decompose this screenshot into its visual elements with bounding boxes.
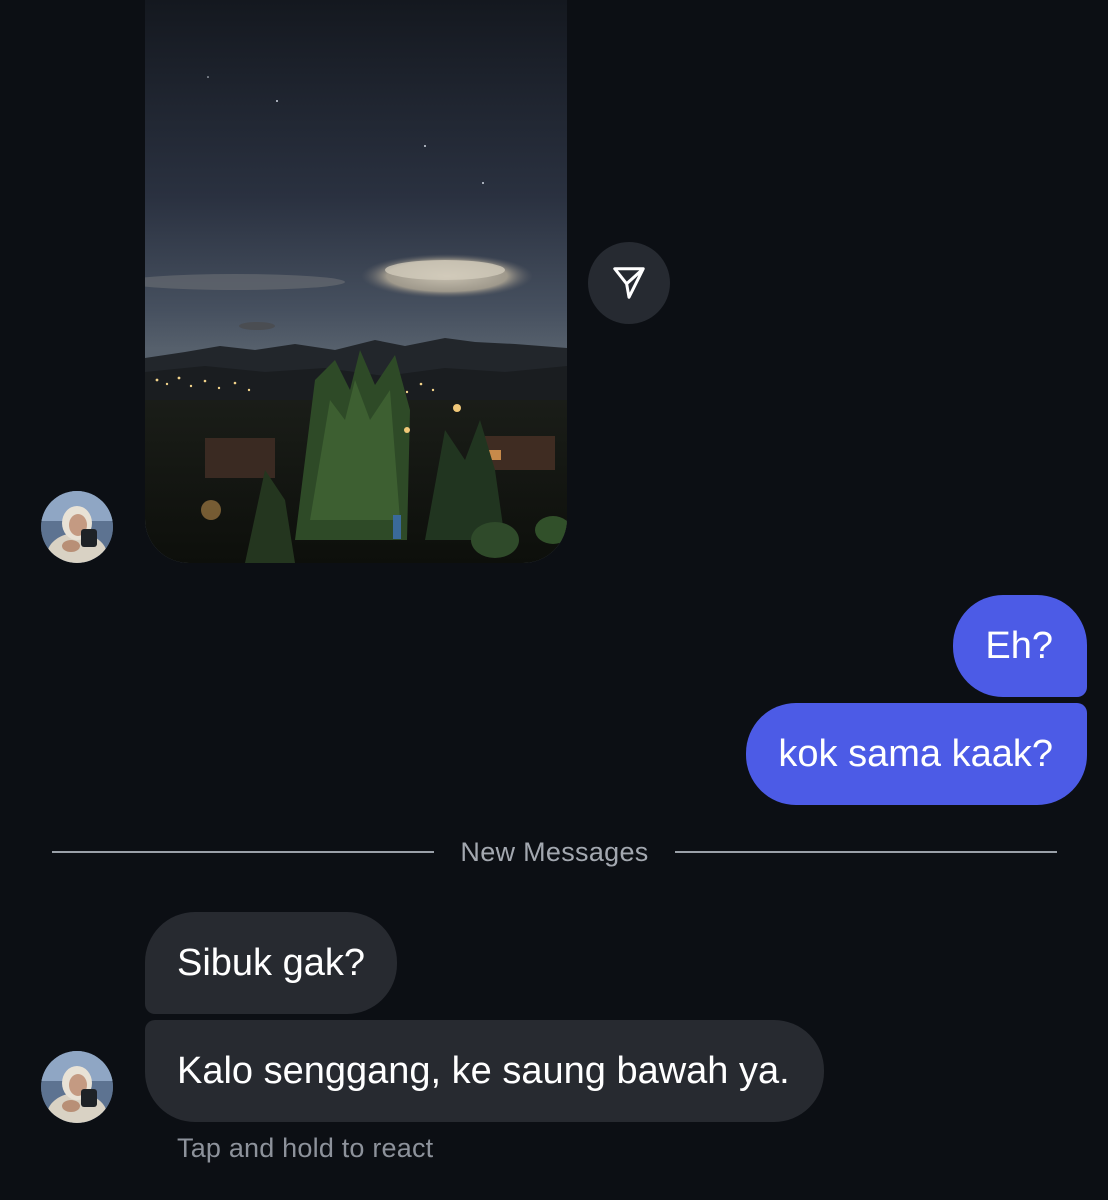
outgoing-message[interactable]: Eh? [953,595,1087,697]
avatar-image [41,491,113,563]
divider-label: New Messages [460,836,649,867]
outgoing-message[interactable]: kok sama kaak? [746,703,1087,805]
message-text: Sibuk gak? [177,942,366,984]
shared-photo[interactable] [145,0,567,563]
react-hint: Tap and hold to react [177,1133,434,1163]
divider-line [52,851,435,853]
message-text: Eh? [985,625,1053,667]
new-messages-divider: New Messages [52,832,1058,872]
avatar-image [41,1051,113,1123]
photo-image [145,0,567,563]
incoming-message[interactable]: Sibuk gak? [145,912,398,1014]
paper-plane-icon [613,267,645,299]
incoming-message[interactable]: Kalo senggang, ke saung bawah ya. [145,1020,824,1122]
share-button[interactable] [588,242,670,324]
divider-line [674,851,1058,853]
sender-avatar[interactable] [41,1051,113,1123]
message-text: kok sama kaak? [778,733,1053,775]
sender-avatar[interactable] [41,491,113,563]
message-text: Kalo senggang, ke saung bawah ya. [177,1050,790,1092]
chat-thread: Eh? kok sama kaak? New Messages Sibuk ga… [0,0,1108,1200]
